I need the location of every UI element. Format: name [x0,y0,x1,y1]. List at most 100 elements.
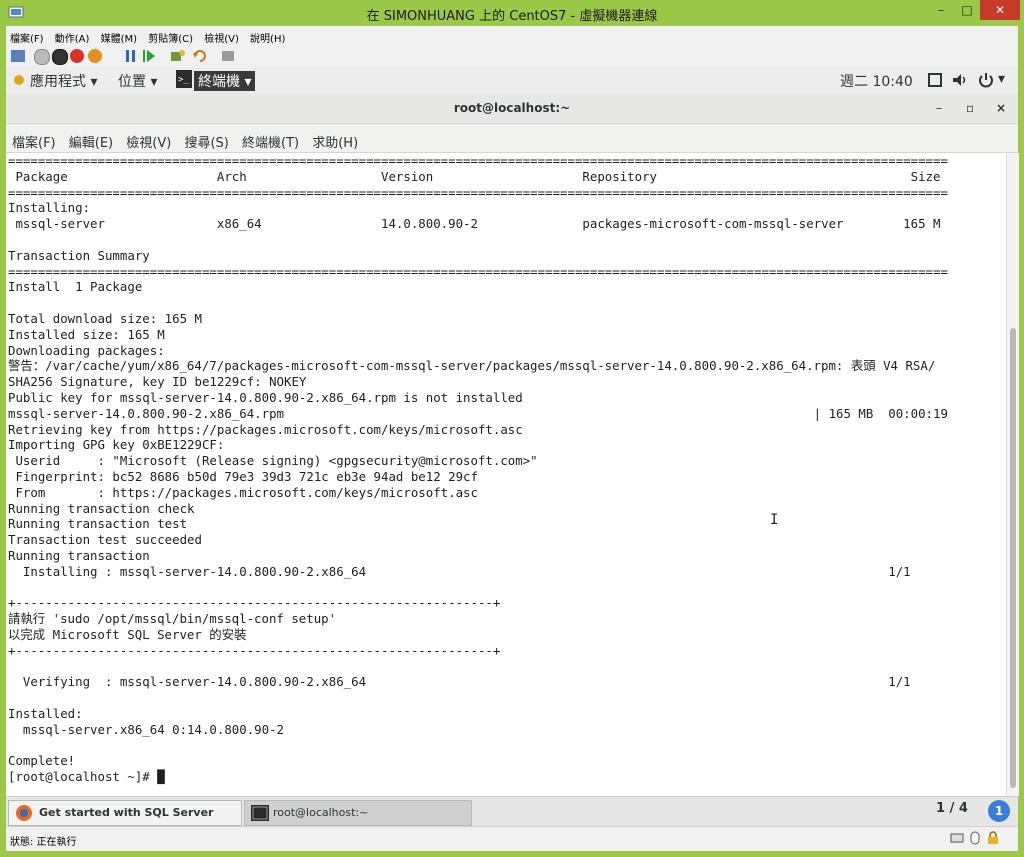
turn-off-icon[interactable] [52,49,68,65]
volume-icon[interactable] [952,73,968,87]
terminal-line: mssql-server-14.0.800.90-2.x86_64.rpm | … [8,405,948,421]
vm-window: 在 SIMONHUANG 上的 CentOS7 - 虛擬機器連線 – □ ✕ 檔… [0,0,1024,857]
terminal-line: Transaction Summary [8,247,150,263]
terminal-line: 以完成 Microsoft SQL Server 的安裝 [8,626,247,642]
vm-menu-help[interactable]: 說明(H) [246,26,289,45]
terminal-line: [root@localhost ~]# █ [8,769,165,785]
terminal-line: 請執行 'sudo /opt/mssql/bin/mssql-conf setu… [8,611,337,627]
terminal-scrollbar[interactable] [1006,153,1019,796]
vm-menu-view[interactable]: 檢視(V) [200,26,243,45]
text-cursor-icon: I [770,512,779,528]
terminal-menu-view[interactable]: 檢視(V) [126,132,171,151]
terminal-line: Installing : mssql-server-14.0.800.90-2.… [8,563,911,579]
minimize-button[interactable]: – [928,0,954,20]
applications-icon [14,75,24,85]
ctrl-alt-del-icon[interactable] [10,49,26,63]
terminal-line: +---------------------------------------… [8,642,501,658]
pause-icon[interactable] [124,49,138,63]
system-menu-chevron-icon[interactable]: ▾ [998,71,1005,87]
clock[interactable]: 週二 10:40 [840,71,913,91]
terminal-lines: ========================================… [6,153,1006,785]
window-title: 在 SIMONHUANG 上的 CentOS7 - 虛擬機器連線 [366,9,658,24]
terminal-line: Fingerprint: bc52 8686 b50d 79e3 39d3 72… [8,468,478,484]
terminal-menu-search[interactable]: 搜尋(S) [184,132,228,151]
resume-icon[interactable] [142,49,156,63]
terminal-menu-edit[interactable]: 編輯(E) [69,132,113,151]
terminal-titlebar[interactable]: root@localhost:~ – ▫ × [6,93,1018,124]
shut-down-icon[interactable] [70,49,84,63]
terminal-line: Total download size: 165 M [8,310,202,326]
terminal-line: Package Arch Version Repository Size [8,168,941,184]
mouse-icon [970,831,980,845]
workspace-icon[interactable]: 1 [988,800,1010,822]
task-firefox[interactable]: Get started with SQL Server 201… [8,800,242,843]
gnome-top-bar: 應用程式 ▾ 位置 ▾ >_ 終端機 ▾ 週二 10:40 ▾ [6,67,1018,94]
lock-icon [988,831,998,844]
terminal-line: Public key for mssql-server-14.0.800.90-… [8,389,523,405]
terminal-minimize-icon[interactable]: – [936,101,942,115]
vm-menu-media[interactable]: 媒體(M) [97,26,141,45]
firefox-icon [16,805,32,821]
save-icon[interactable] [88,49,102,63]
terminal-menubar: 檔案(F) 編輯(E) 檢視(V) 搜尋(S) 終端機(T) 求助(H) [6,124,1018,153]
terminal-output[interactable]: ========================================… [6,153,1006,796]
terminal-maximize-icon[interactable]: ▫ [966,101,974,115]
terminal-menu-help[interactable]: 求助(H) [312,132,358,151]
vm-toolbar [6,45,1018,68]
terminal-line: Installed size: 165 M [8,326,165,342]
terminal-line: Importing GPG key 0xBE1229CF: [8,437,225,453]
terminal-close-icon[interactable]: × [996,101,1006,115]
enhanced-session-icon[interactable] [220,49,236,63]
terminal-window: root@localhost:~ – ▫ × 檔案(F) 編輯(E) 檢視(V)… [6,93,1019,796]
terminal-line: Retrieving key from https://packages.mic… [8,421,523,437]
task-terminal[interactable]: root@localhost:~ [244,800,472,826]
maximize-button[interactable]: □ [954,0,980,20]
terminal-line: Verifying : mssql-server-14.0.800.90-2.x… [8,674,911,690]
terminal-app-icon: >_ [176,70,192,88]
terminal-menu-file[interactable]: 檔案(F) [12,132,56,151]
terminal-menu-terminal[interactable]: 終端機(T) [242,132,299,151]
terminal-line: mssql-server x86_64 14.0.800.90-2 packag… [8,216,941,232]
keyboard-icon [950,833,964,843]
vm-menu-file[interactable]: 檔案(F) [6,26,48,45]
revert-icon[interactable] [192,49,208,63]
terminal-line: Install 1 Package [8,279,143,295]
terminal-line: 警告：/var/cache/yum/x86_64/7/packages-micr… [8,358,936,374]
scrollbar-thumb[interactable] [1010,328,1016,788]
window-titlebar[interactable]: 在 SIMONHUANG 上的 CentOS7 - 虛擬機器連線 – □ ✕ [0,0,1024,26]
terminal-line: Running transaction test [8,516,188,532]
window-overview-icon[interactable] [928,73,942,87]
task-terminal-label: root@localhost:~ [273,806,369,819]
vm-menubar: 檔案(F) 動作(A) 媒體(M) 剪貼簿(C) 檢視(V) 說明(H) [6,26,1018,45]
terminal-line: Complete! [8,753,76,769]
terminal-line: Downloading packages: [8,342,165,358]
svg-text:>_: >_ [178,75,189,85]
terminal-line: Running transaction check [8,500,195,516]
terminal-app-menu[interactable]: 終端機 ▾ [194,71,256,91]
vm-menu-action[interactable]: 動作(A) [51,26,94,45]
applications-menu[interactable]: 應用程式 ▾ [30,71,97,91]
places-menu[interactable]: 位置 ▾ [118,71,157,91]
terminal-icon [251,805,269,821]
start-icon[interactable] [34,49,50,65]
terminal-line: Transaction test succeeded [8,532,202,548]
close-button[interactable]: ✕ [980,0,1020,20]
terminal-line: From : https://packages.microsoft.com/ke… [8,484,478,500]
terminal-line: ========================================… [8,263,948,279]
terminal-line: SHA256 Signature, key ID be1229cf: NOKEY [8,374,307,390]
gnome-bottom-bar: Get started with SQL Server 201… root@lo… [6,796,1018,843]
vm-menu-clipboard[interactable]: 剪貼簿(C) [144,26,197,45]
vm-statusbar: 狀態: 正在執行 [6,826,1018,851]
terminal-line: Running transaction [8,547,150,563]
terminal-line: +---------------------------------------… [8,595,501,611]
terminal-line: Installed: [8,705,83,721]
terminal-line: Installing: [8,200,91,216]
power-icon[interactable] [978,72,994,88]
checkpoint-icon[interactable] [170,49,186,63]
terminal-line: mssql-server.x86_64 0:14.0.800.90-2 [8,721,285,737]
workspace-indicator[interactable]: 1 / 4 [936,801,968,816]
